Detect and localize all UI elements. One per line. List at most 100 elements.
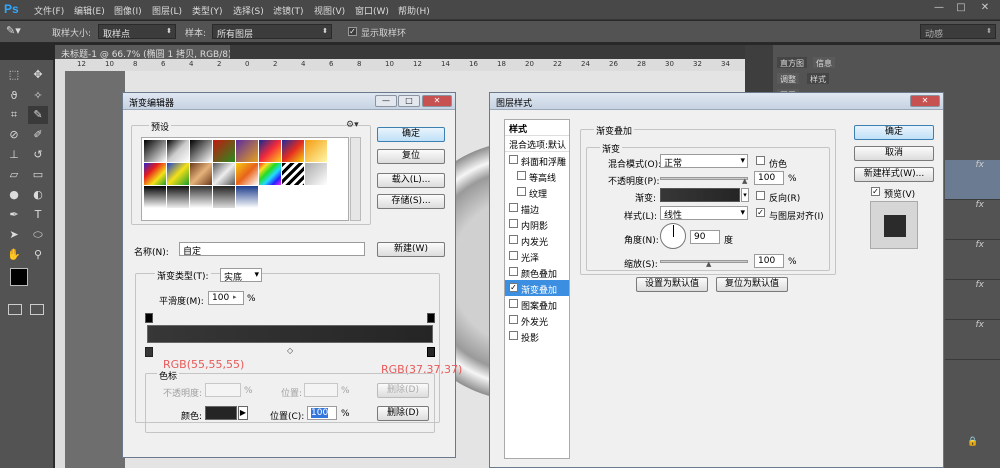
healing-brush-tool-icon[interactable]: ⊘ [4, 126, 24, 144]
style-item-checkbox[interactable] [509, 299, 518, 308]
lasso-tool-icon[interactable]: ϑ [4, 87, 24, 105]
slider-thumb[interactable]: ▲ [706, 260, 711, 268]
gradient-style-select[interactable]: 线性 ▾ [660, 206, 748, 221]
gradient-type-select[interactable]: 实底 ▾ [220, 268, 262, 283]
dodge-tool-icon[interactable]: ◐ [28, 186, 48, 204]
stop-location2-field[interactable]: 100 [307, 406, 337, 420]
blend-mode-select[interactable]: 正常 ▾ [660, 154, 748, 169]
style-item[interactable]: 纹理 [505, 184, 569, 200]
menu-view[interactable]: 视图(V) [314, 4, 345, 17]
styles-header[interactable]: 样式 [505, 120, 569, 136]
style-item-checkbox[interactable] [509, 155, 518, 164]
tab-styles[interactable]: 样式 [807, 73, 829, 84]
style-item[interactable]: 内阴影 [505, 216, 569, 232]
midpoint-diamond[interactable]: ◇ [287, 346, 293, 355]
preset-swatch[interactable] [190, 140, 212, 162]
preset-swatch[interactable] [259, 163, 281, 185]
name-field[interactable]: 自定 [179, 242, 365, 257]
magic-wand-tool-icon[interactable]: ✧ [28, 87, 48, 105]
style-item-checkbox[interactable] [509, 251, 518, 260]
gradient-preview-bar[interactable] [147, 325, 433, 343]
style-item[interactable]: 投影 [505, 328, 569, 344]
preset-swatch[interactable] [167, 163, 189, 185]
eyedropper-tool-preset-icon[interactable]: ✎▾ [6, 24, 34, 39]
preset-swatch[interactable] [190, 186, 212, 208]
stop-color-swatch[interactable] [205, 406, 237, 420]
style-item[interactable]: 外发光 [505, 312, 569, 328]
foreground-color-swatch[interactable] [10, 268, 28, 286]
path-selection-tool-icon[interactable]: ➤ [4, 226, 24, 244]
menu-help[interactable]: 帮助(H) [398, 4, 430, 17]
ellipse-tool-icon[interactable]: ⬭ [28, 226, 48, 244]
style-item[interactable]: 光泽 [505, 248, 569, 264]
preset-swatch[interactable] [167, 140, 189, 162]
close-icon[interactable]: ✕ [422, 95, 452, 107]
slider-thumb[interactable]: ▲ [742, 177, 747, 185]
smoothness-field[interactable]: 100 [208, 291, 244, 305]
maximize-icon[interactable]: □ [398, 95, 420, 107]
layer-fx-icon[interactable]: fx [945, 160, 1000, 200]
preset-swatch[interactable] [282, 163, 304, 185]
style-item-checkbox[interactable] [509, 331, 518, 340]
chevron-right-icon[interactable]: ▸ [233, 293, 237, 301]
preview-checkbox[interactable]: ✓ [871, 187, 880, 196]
dither-checkbox[interactable] [756, 156, 765, 165]
reverse-checkbox[interactable] [756, 191, 765, 200]
presets-scrollbar[interactable] [350, 137, 361, 221]
hand-tool-icon[interactable]: ✋ [4, 246, 24, 264]
crop-tool-icon[interactable]: ⌗ [4, 106, 24, 124]
marquee-tool-icon[interactable]: ⬚ [4, 66, 24, 84]
close-button[interactable]: ✕ [976, 2, 994, 16]
show-ring-checkbox[interactable]: ✓ [348, 27, 357, 36]
preset-swatch[interactable] [144, 140, 166, 162]
align-with-layer-checkbox[interactable]: ✓ [756, 208, 765, 217]
menu-filter[interactable]: 滤镜(T) [273, 4, 304, 17]
color-stop-left[interactable] [145, 347, 153, 357]
style-item[interactable]: 描边 [505, 200, 569, 216]
style-item-checkbox[interactable] [509, 219, 518, 228]
style-item[interactable]: ✓ 渐变叠加 [505, 280, 569, 296]
blend-options-item[interactable]: 混合选项:默认 [505, 136, 569, 152]
style-item[interactable]: 颜色叠加 [505, 264, 569, 280]
opacity-field[interactable]: 100 [754, 171, 784, 185]
clone-stamp-tool-icon[interactable]: ⊥ [4, 146, 24, 164]
style-item-checkbox[interactable] [509, 267, 518, 276]
eraser-tool-icon[interactable]: ▱ [4, 166, 24, 184]
tab-histogram[interactable]: 直方图 [777, 57, 807, 68]
angle-dial[interactable] [660, 223, 686, 249]
gradient-picker[interactable] [660, 188, 740, 202]
history-brush-tool-icon[interactable]: ↺ [28, 146, 48, 164]
preset-swatch[interactable] [236, 140, 258, 162]
style-item[interactable]: 图案叠加 [505, 296, 569, 312]
style-item-checkbox[interactable] [509, 235, 518, 244]
menu-window[interactable]: 窗口(W) [355, 4, 389, 17]
style-item-checkbox[interactable] [509, 315, 518, 324]
pen-tool-icon[interactable]: ✒ [4, 206, 24, 224]
preset-swatch[interactable] [144, 186, 166, 208]
preset-swatch[interactable] [167, 186, 189, 208]
eyedropper-tool-icon[interactable]: ✎ [28, 106, 48, 124]
preset-swatch[interactable] [259, 140, 281, 162]
preset-swatch[interactable] [190, 163, 212, 185]
gradient-tool-icon[interactable]: ▭ [28, 166, 48, 184]
preset-swatch[interactable] [282, 140, 304, 162]
sample-select[interactable]: 所有图层 ⬍ [212, 24, 332, 40]
ok-button[interactable]: 确定 [377, 127, 445, 142]
preset-swatch[interactable] [144, 163, 166, 185]
menu-type[interactable]: 类型(Y) [192, 4, 223, 17]
style-item-checkbox[interactable] [509, 203, 518, 212]
chevron-down-icon[interactable]: ▾ [741, 188, 749, 202]
preset-swatch[interactable] [236, 186, 258, 208]
tab-adjustments[interactable]: 调整 [777, 73, 799, 84]
type-tool-icon[interactable]: T [28, 206, 48, 224]
opacity-stop-left[interactable] [145, 313, 153, 323]
style-item-checkbox[interactable]: ✓ [509, 283, 518, 292]
layer-fx-icon[interactable]: fx [945, 280, 1000, 320]
cancel-button[interactable]: 取消 [854, 146, 934, 161]
workspace-select[interactable]: 动感 ⬍ [920, 24, 996, 40]
move-tool-icon[interactable]: ✥ [28, 66, 48, 84]
menu-edit[interactable]: 编辑(E) [74, 4, 105, 17]
brush-tool-icon[interactable]: ✐ [28, 126, 48, 144]
opacity-stop-right[interactable] [427, 313, 435, 323]
style-item-checkbox[interactable] [517, 171, 526, 180]
